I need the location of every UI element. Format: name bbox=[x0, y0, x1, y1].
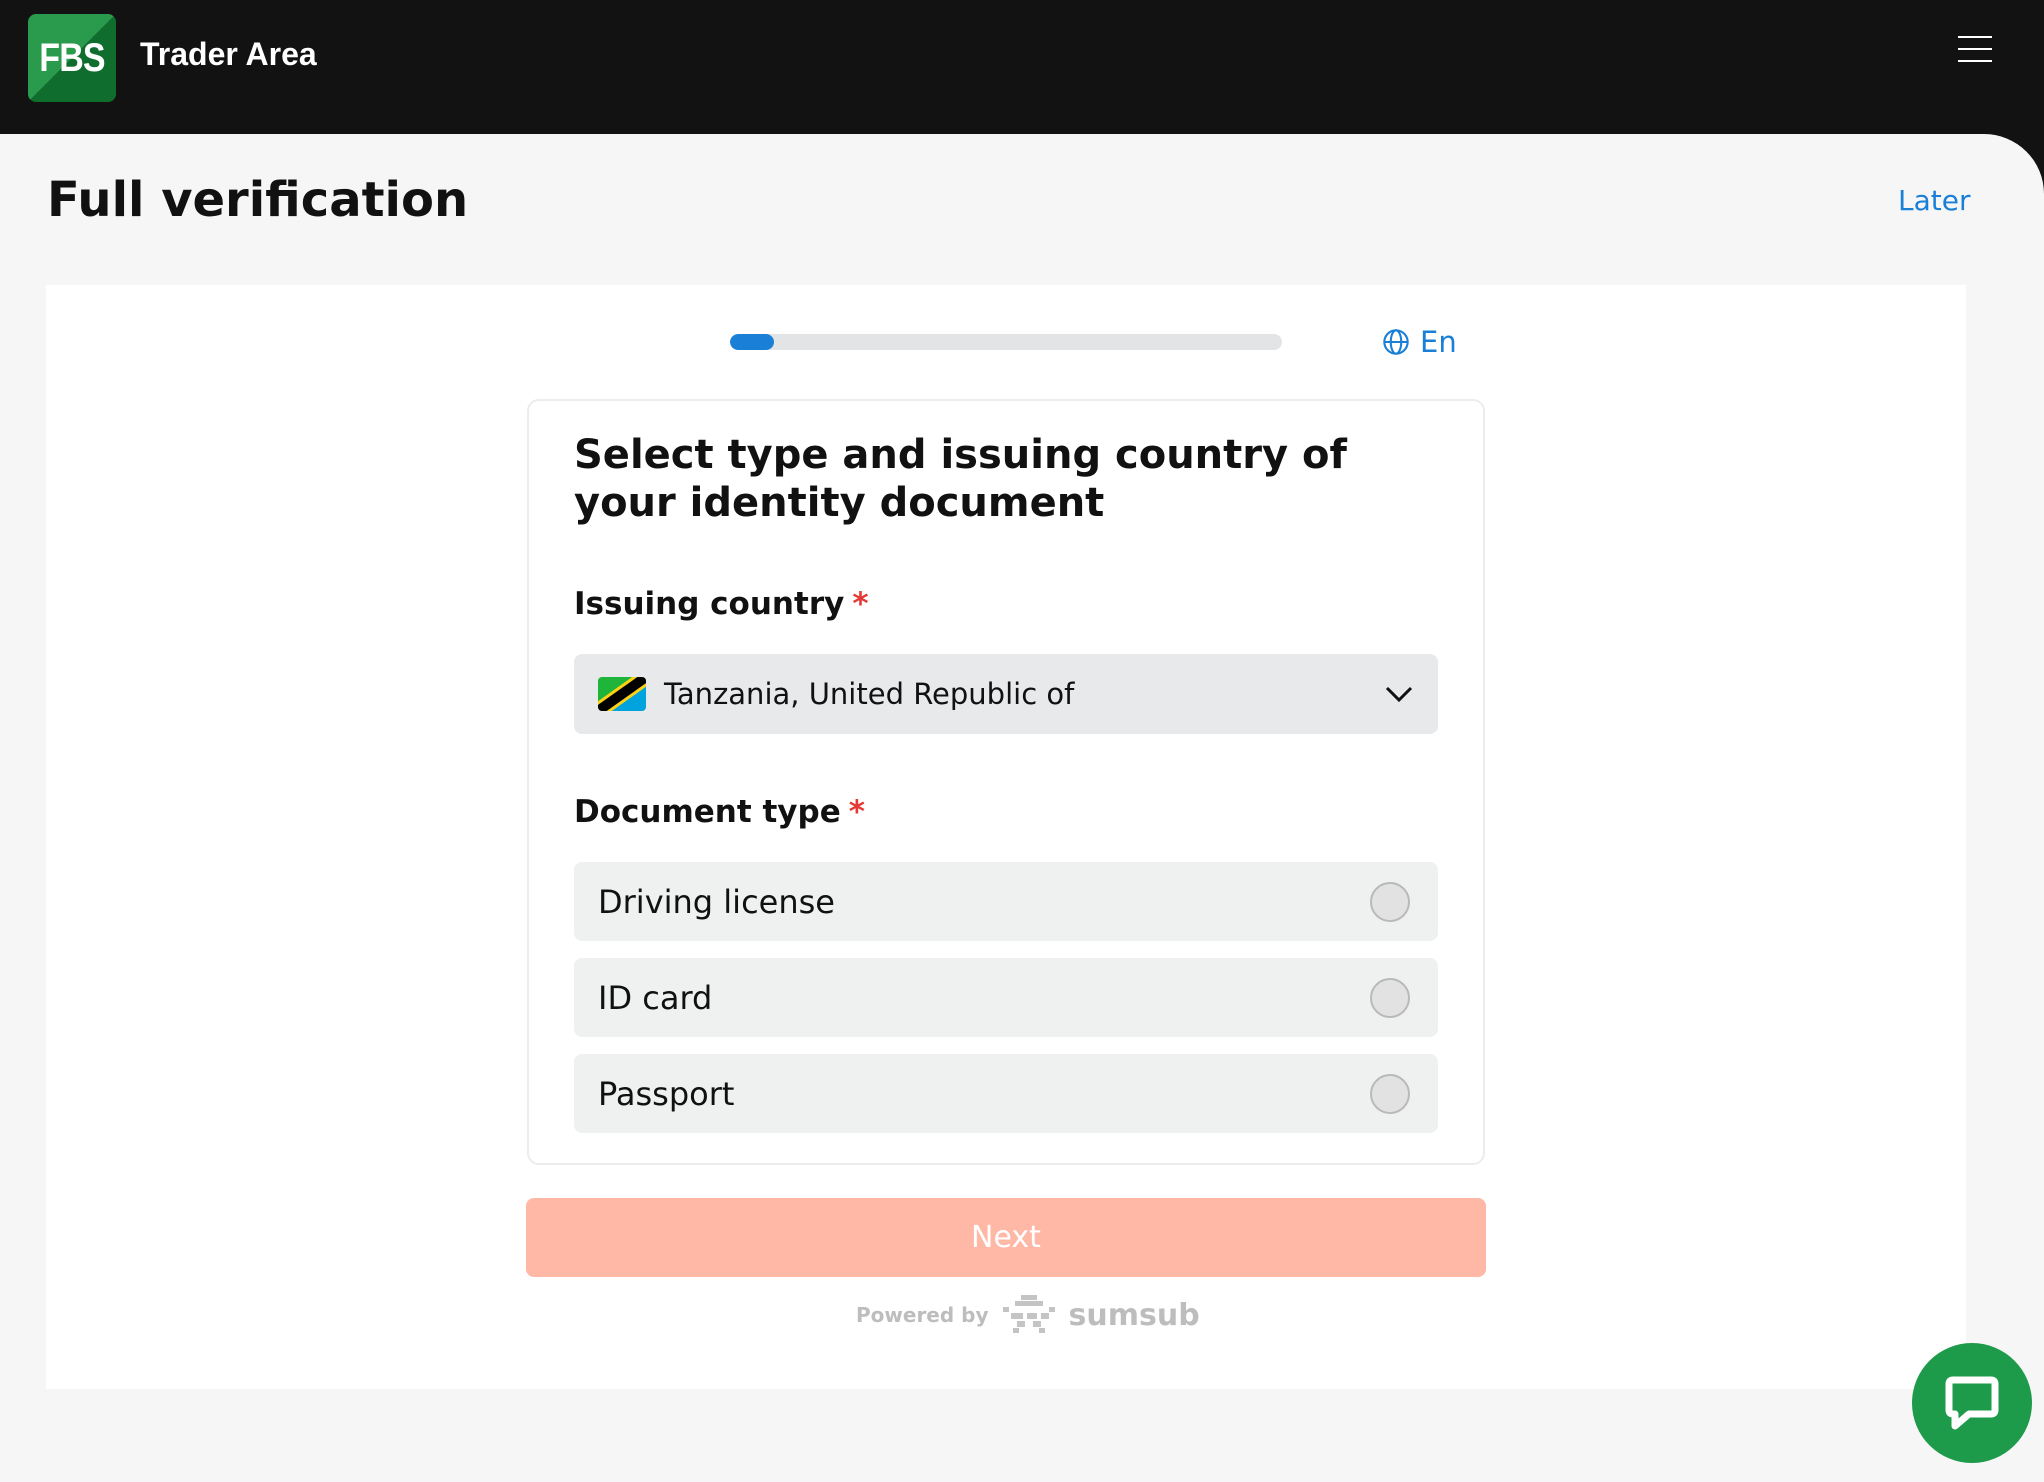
page-title: Full verification bbox=[47, 172, 469, 228]
option-label: Passport bbox=[598, 1074, 735, 1113]
required-mark: * bbox=[848, 794, 865, 830]
hamburger-menu-icon[interactable] bbox=[1958, 36, 1992, 62]
next-button[interactable]: Next bbox=[526, 1198, 1486, 1277]
option-passport[interactable]: Passport bbox=[574, 1054, 1438, 1133]
option-label: ID card bbox=[598, 978, 713, 1017]
sumsub-logo-icon bbox=[1002, 1295, 1055, 1333]
progress-fill bbox=[730, 334, 775, 350]
language-label: En bbox=[1420, 325, 1457, 359]
country-value: Tanzania, United Republic of bbox=[664, 677, 1075, 711]
powered-by: Powered by sumsub bbox=[856, 1295, 1200, 1335]
tanzania-flag-icon bbox=[598, 677, 646, 711]
chat-bubble-icon bbox=[1945, 1376, 1999, 1430]
verification-card: En Select type and issuing country of yo… bbox=[46, 285, 1966, 1389]
option-driving-license[interactable]: Driving license bbox=[574, 862, 1438, 941]
top-bar: FBS Trader Area bbox=[0, 0, 2044, 134]
progress-bar bbox=[730, 334, 1282, 350]
option-id-card[interactable]: ID card bbox=[574, 958, 1438, 1037]
fbs-logo[interactable]: FBS bbox=[28, 14, 116, 102]
app-title: Trader Area bbox=[140, 36, 317, 72]
radio-button[interactable] bbox=[1370, 978, 1410, 1018]
radio-button[interactable] bbox=[1370, 1074, 1410, 1114]
issuing-country-label: Issuing country * bbox=[574, 586, 869, 622]
chevron-down-icon bbox=[1385, 686, 1413, 703]
required-mark: * bbox=[852, 586, 869, 622]
country-select[interactable]: Tanzania, United Republic of bbox=[574, 654, 1438, 734]
form-heading: Select type and issuing country of your … bbox=[574, 432, 1347, 526]
radio-button[interactable] bbox=[1370, 882, 1410, 922]
powered-by-text: Powered by bbox=[856, 1303, 989, 1327]
document-type-label: Document type * bbox=[574, 794, 865, 830]
document-form: Select type and issuing country of your … bbox=[527, 399, 1485, 1165]
later-link[interactable]: Later bbox=[1898, 184, 1970, 217]
logo-text: FBS bbox=[39, 35, 105, 80]
language-selector[interactable]: En bbox=[1382, 325, 1457, 359]
sumsub-brand: sumsub bbox=[1068, 1297, 1200, 1333]
globe-icon bbox=[1383, 329, 1409, 355]
main-content: Full verification Later En Select type a… bbox=[0, 134, 2044, 1482]
option-label: Driving license bbox=[598, 882, 835, 921]
chat-button[interactable] bbox=[1912, 1343, 2032, 1463]
